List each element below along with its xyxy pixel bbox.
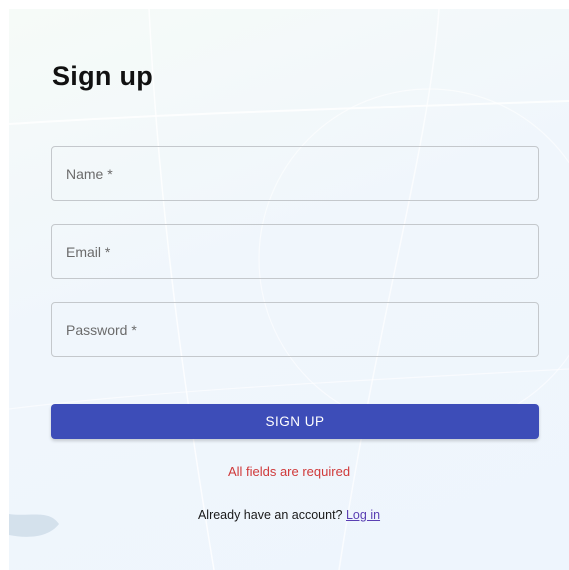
password-field[interactable] bbox=[51, 302, 539, 357]
sign-up-button[interactable]: SIGN UP bbox=[51, 404, 539, 439]
password-input[interactable] bbox=[52, 303, 538, 356]
map-background-decoration bbox=[9, 9, 569, 570]
name-input[interactable] bbox=[52, 147, 538, 200]
name-field[interactable] bbox=[51, 146, 539, 201]
page-title: Sign up bbox=[52, 61, 154, 91]
email-input[interactable] bbox=[52, 225, 538, 278]
error-message: All fields are required bbox=[227, 464, 351, 479]
log-in-link[interactable]: Log in bbox=[346, 508, 380, 522]
login-prompt-row: Already have an account? Log in bbox=[9, 508, 569, 522]
login-prompt-text: Already have an account? bbox=[197, 508, 343, 522]
signup-card: Sign up SIGN UP All fields are required … bbox=[9, 9, 569, 570]
email-field[interactable] bbox=[51, 224, 539, 279]
